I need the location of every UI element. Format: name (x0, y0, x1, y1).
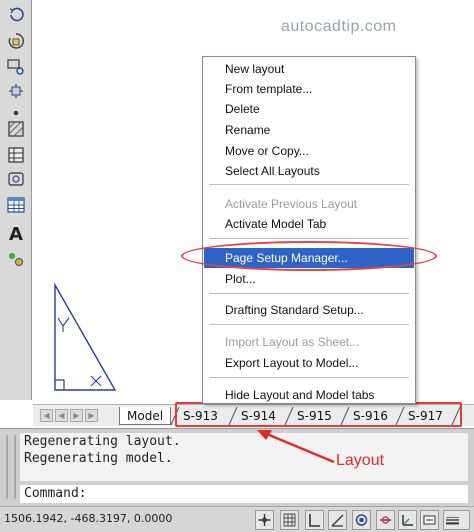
menu-item-delete[interactable]: Delete (204, 99, 414, 119)
menu-item-from-template[interactable]: From template... (204, 79, 414, 99)
menu-item-import-layout-as-sheet: Import Layout as Sheet... (225, 335, 360, 349)
menu-item-plot[interactable]: Plot... (204, 269, 414, 289)
coordinate-readout: 1506.1942, -468.3197, 0.0000 (4, 512, 173, 525)
menu-item-export-layout-to-model[interactable]: Export Layout to Model... (204, 353, 414, 373)
status-bar: 1506.1942, -468.3197, 0.0000 (0, 506, 474, 532)
menu-item-rename[interactable]: Rename (204, 120, 414, 140)
menu-separator (209, 238, 409, 239)
menu-separator (209, 377, 409, 378)
menu-item-select-all-layouts[interactable]: Select All Layouts (204, 161, 414, 181)
object-snap-tracking-icon[interactable] (376, 510, 395, 530)
object-snap-icon[interactable] (352, 510, 371, 530)
menu-separator (209, 184, 409, 185)
polar-tracking-icon[interactable] (328, 510, 347, 530)
menu-item-move-or-copy[interactable]: Move or Copy... (204, 141, 414, 161)
dynamic-input-icon[interactable] (420, 510, 439, 530)
menu-item-activate-previous-layout: Activate Previous Layout (225, 197, 358, 211)
lineweight-icon[interactable] (443, 510, 470, 530)
menu-item-hide-layout-and-model-tabs[interactable]: Hide Layout and Model tabs (204, 385, 414, 405)
menu-item-drafting-standard-setup[interactable]: Drafting Standard Setup... (204, 300, 414, 320)
dynamic-ucs-icon[interactable] (398, 510, 417, 530)
menu-item-activate-model-tab[interactable]: Activate Model Tab (204, 214, 414, 234)
ortho-icon[interactable] (305, 510, 324, 530)
grid-display-icon[interactable] (280, 510, 299, 530)
menu-item-new-layout[interactable]: New layout (204, 59, 414, 79)
layout-context-menu: New layout From template... Delete Renam… (202, 56, 416, 404)
annotation-label: Layout (336, 452, 385, 469)
menu-separator (209, 293, 409, 294)
snap-icon[interactable] (255, 510, 274, 530)
menu-separator (209, 324, 409, 325)
page-setup-highlight-ellipse (181, 241, 437, 271)
